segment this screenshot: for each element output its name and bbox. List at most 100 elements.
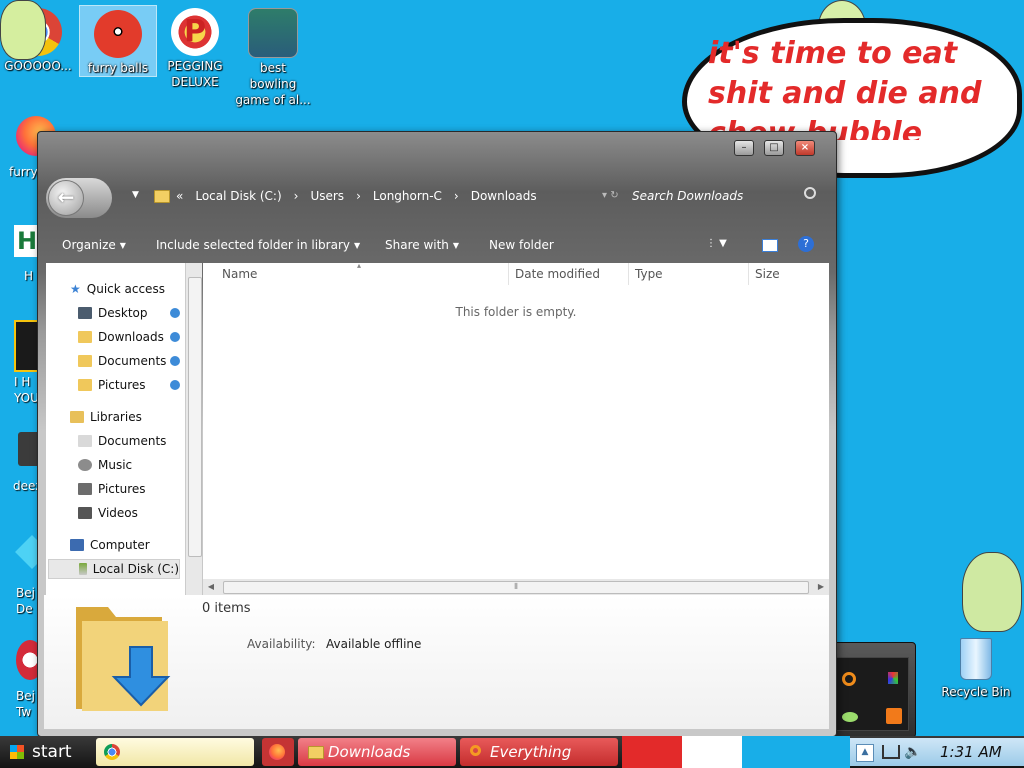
organize-label: Organize <box>62 238 116 252</box>
taskbar-item-firefox[interactable] <box>262 738 294 766</box>
breadcrumb-item-local-disk[interactable]: Local Disk (C:) <box>195 189 281 203</box>
desktop-icon-label: GOOOOO... <box>4 59 72 73</box>
column-header-type[interactable]: Type <box>635 263 663 285</box>
column-header-date-modified[interactable]: Date modified <box>515 263 600 285</box>
nav-label: Pictures <box>98 378 146 392</box>
nav-label: Documents <box>98 434 167 448</box>
app-tray-icon[interactable] <box>886 708 902 724</box>
include-in-library-button[interactable]: Include selected folder in library ▼ <box>156 238 360 252</box>
desktop-icon-label: best bowling game of al... <box>235 61 311 107</box>
organize-button[interactable]: Organize ▼ <box>62 238 126 252</box>
libraries-icon <box>70 411 84 423</box>
view-options-icon[interactable]: ⋮ ▼ <box>706 238 727 249</box>
nav-item-videos[interactable]: Videos <box>78 503 138 523</box>
taskbar-item-downloads[interactable]: Downloads <box>298 738 456 766</box>
breadcrumb[interactable]: « Local Disk (C:) › Users › Longhorn-C ›… <box>154 185 537 207</box>
back-forward-control: ← <box>46 178 112 218</box>
share-label: Share with <box>385 238 449 252</box>
refresh-icon[interactable]: ▾ ↻ <box>602 190 619 201</box>
nav-item-documents[interactable]: Documents <box>78 351 166 371</box>
nav-item-libraries[interactable]: Libraries <box>70 407 142 427</box>
everything-tray-icon[interactable] <box>842 672 856 686</box>
taskbar-item-everything[interactable]: Everything <box>460 738 618 766</box>
desktop-icon-recycle-bin[interactable]: Recycle Bin <box>936 638 1016 700</box>
availability-value: Available offline <box>326 637 422 651</box>
network-icon[interactable] <box>882 745 900 759</box>
help-icon[interactable]: ? <box>798 236 814 252</box>
scrollbar-thumb[interactable]: ⦀ <box>223 581 809 594</box>
pin-icon[interactable] <box>170 332 180 342</box>
nav-item-quick-access[interactable]: ★ Quick access <box>70 279 165 299</box>
horizontal-scrollbar[interactable]: ◀ ⦀ ▶ <box>203 579 829 595</box>
start-label: start <box>32 742 72 762</box>
pin-icon[interactable] <box>170 308 180 318</box>
documents-library-icon <box>78 435 92 447</box>
taskbar-item-chrome[interactable] <box>96 738 254 766</box>
breadcrumb-item-longhorn[interactable]: Longhorn-C <box>373 189 442 203</box>
maximize-button[interactable]: □ <box>764 140 784 156</box>
nav-label: Downloads <box>98 330 164 344</box>
nav-label: Computer <box>90 538 150 552</box>
pegging-p-icon: P <box>171 8 219 56</box>
command-bar: Organize ▼ Include selected folder in lib… <box>38 232 836 260</box>
gem-character-topleft <box>0 0 46 60</box>
nav-item-lib-documents[interactable]: Documents <box>78 431 166 451</box>
new-folder-button[interactable]: New folder <box>489 238 554 252</box>
breadcrumb-item-downloads[interactable]: Downloads <box>471 189 537 203</box>
back-arrow-icon[interactable]: ← <box>48 180 84 216</box>
column-divider[interactable] <box>508 263 509 285</box>
desktop-icon-best-bowling[interactable]: best bowling game of al... <box>235 8 311 108</box>
nav-item-music[interactable]: Music <box>78 455 132 475</box>
pin-icon[interactable] <box>170 380 180 390</box>
firefox-icon <box>269 744 285 760</box>
taskbar-item-label: Downloads <box>328 743 411 761</box>
column-divider[interactable] <box>748 263 749 285</box>
sort-arrow-icon: ▴ <box>357 261 362 270</box>
desktop-icon-furry-balls[interactable]: furry balls <box>79 5 157 77</box>
minimize-button[interactable]: – <box>734 140 754 156</box>
gem-tray-icon[interactable] <box>842 712 858 722</box>
desktop-icon-pegging-deluxe[interactable]: P PEGGING DELUXE <box>157 8 233 90</box>
column-divider[interactable] <box>628 263 629 285</box>
nav-item-downloads[interactable]: Downloads <box>78 327 164 347</box>
nav-item-local-disk[interactable]: Local Disk (C:) <box>48 559 180 579</box>
preview-pane-icon[interactable] <box>762 239 778 252</box>
breadcrumb-item-users[interactable]: Users <box>310 189 344 203</box>
scrollbar-thumb[interactable] <box>188 277 202 557</box>
nav-item-desktop[interactable]: Desktop <box>78 303 148 323</box>
clock[interactable]: 1:31 AM <box>940 743 1002 761</box>
taskbar-wallpaper-strip <box>622 736 850 768</box>
drive-icon <box>79 563 87 575</box>
search-input-placeholder[interactable]: Search Downloads <box>632 189 743 203</box>
color-tray-icon[interactable] <box>888 672 898 684</box>
breadcrumb-separator[interactable]: › <box>294 189 299 203</box>
breadcrumb-overflow[interactable]: « <box>176 189 183 203</box>
bowling-santa-icon <box>248 8 298 58</box>
breadcrumb-separator[interactable]: › <box>356 189 361 203</box>
nav-label: Documents <box>98 354 167 368</box>
pin-icon[interactable] <box>170 356 180 366</box>
furry-ball-icon <box>94 10 142 58</box>
history-dropdown-icon[interactable]: ▼ <box>132 190 139 200</box>
desktop-icon-label-clipped: I H YOU <box>14 375 38 405</box>
scroll-left-icon[interactable]: ◀ <box>203 579 219 595</box>
share-with-button[interactable]: Share with ▼ <box>385 238 459 252</box>
search-icon[interactable] <box>804 187 816 199</box>
column-header-name[interactable]: Name <box>222 263 257 285</box>
column-header-size[interactable]: Size <box>755 263 780 285</box>
volume-icon[interactable]: 🔈 <box>904 744 921 760</box>
breadcrumb-separator[interactable]: › <box>454 189 459 203</box>
downloads-folder-icon <box>78 331 92 343</box>
search-box[interactable]: Search Downloads <box>632 185 824 207</box>
scroll-right-icon[interactable]: ▶ <box>813 579 829 595</box>
windows-logo-icon <box>10 745 24 759</box>
nav-item-pictures[interactable]: Pictures <box>78 375 146 395</box>
close-button[interactable]: × <box>795 140 815 156</box>
nav-item-computer[interactable]: Computer <box>70 535 150 555</box>
start-button[interactable]: start <box>0 738 90 766</box>
notification-area-icons <box>827 657 909 731</box>
folder-icon <box>154 189 170 203</box>
availability-label: Availability: <box>247 637 316 651</box>
show-hidden-icons-button[interactable]: ▲ <box>856 744 874 762</box>
nav-item-lib-pictures[interactable]: Pictures <box>78 479 146 499</box>
